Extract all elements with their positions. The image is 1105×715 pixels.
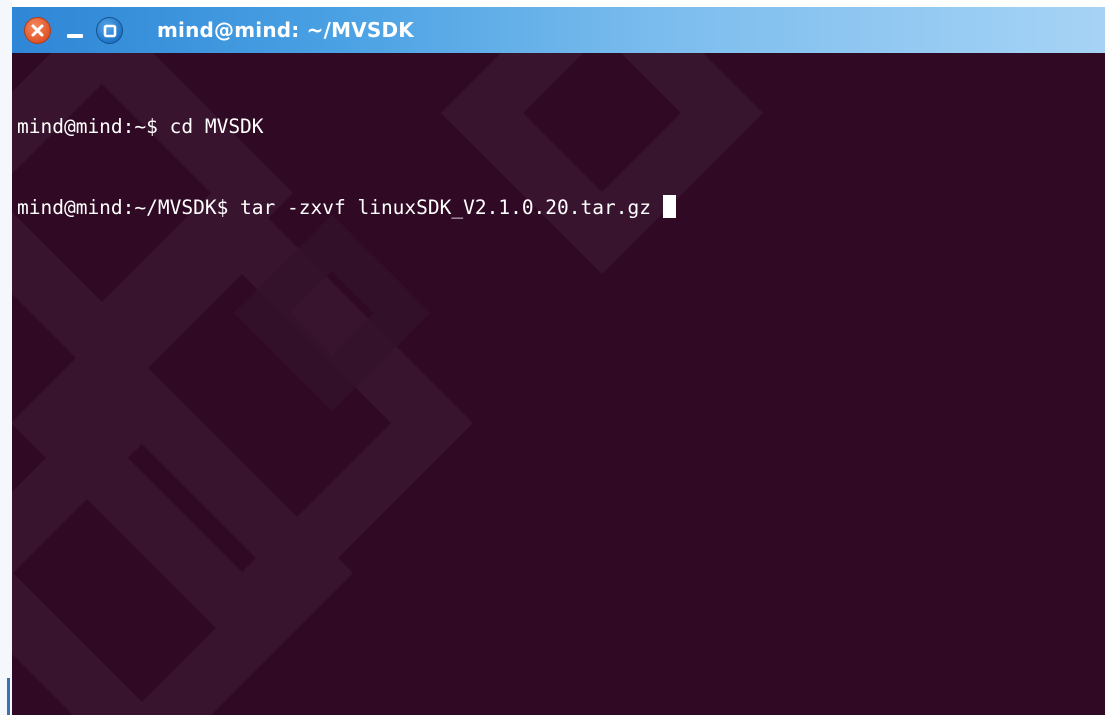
terminal-output: mind@mind:~$ cd MVSDK mind@mind:~/MVSDK$… [17, 59, 676, 275]
desktop-edge [0, 0, 12, 715]
maximize-icon [103, 24, 116, 37]
terminal-line-current: mind@mind:~/MVSDK$ tar -zxvf linuxSDK_V2… [17, 194, 676, 221]
terminal-command: mind@mind:~/MVSDK$ tar -zxvf linuxSDK_V2… [17, 196, 651, 219]
terminal-line: mind@mind:~$ cd MVSDK [17, 115, 264, 138]
title-bar[interactable]: mind@mind: ~/MVSDK [12, 7, 1105, 53]
window-title: mind@mind: ~/MVSDK [157, 18, 415, 42]
terminal-window: mind@mind: ~/MVSDK mind@mind:~$ cd MVSDK… [0, 0, 1105, 715]
minimize-icon [67, 34, 83, 38]
maximize-button[interactable] [96, 17, 123, 44]
close-icon [31, 24, 44, 37]
desktop-edge-mark [7, 678, 10, 715]
close-button[interactable] [24, 17, 51, 44]
terminal-area[interactable]: mind@mind:~$ cd MVSDK mind@mind:~/MVSDK$… [12, 53, 1105, 715]
minimize-button[interactable] [64, 19, 86, 41]
text-cursor [662, 195, 676, 218]
